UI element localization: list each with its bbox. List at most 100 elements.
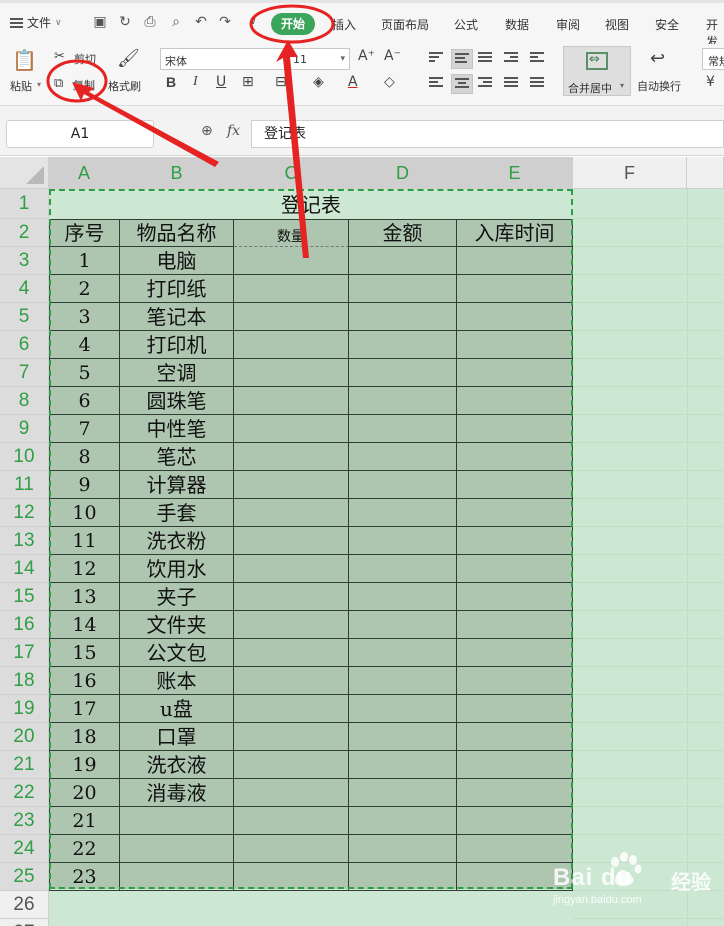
name-box[interactable]: A1 [6,120,154,148]
amount-cell[interactable] [349,443,457,471]
serial-number-cell[interactable]: 1 [49,247,120,275]
quantity-cell[interactable] [234,751,349,779]
tab-review[interactable]: 审阅 [556,16,580,33]
column-header-b[interactable]: B [120,157,234,189]
serial-number-cell[interactable]: 9 [49,471,120,499]
serial-number-cell[interactable]: 23 [49,863,120,891]
copy-icon[interactable]: ⧉ [54,76,63,91]
item-name-cell[interactable]: 圆珠笔 [120,387,234,415]
amount-cell[interactable] [349,303,457,331]
table-header-cell[interactable]: 物品名称 [120,219,234,247]
stock-in-time-cell[interactable] [457,611,573,639]
justify-icon[interactable] [504,77,518,89]
tab-insert[interactable]: 插入 [332,16,356,33]
row-header-12[interactable]: 12 [0,499,49,527]
item-name-cell[interactable] [120,835,234,863]
save-icon[interactable]: ▣ [92,14,108,30]
stock-in-time-cell[interactable] [457,415,573,443]
tab-security[interactable]: 安全 [655,16,679,33]
row-header-20[interactable]: 20 [0,723,49,751]
column-header-c[interactable]: C [234,157,349,189]
amount-cell[interactable] [349,555,457,583]
item-name-cell[interactable]: 笔芯 [120,443,234,471]
row-header-8[interactable]: 8 [0,387,49,415]
tab-data[interactable]: 数据 [505,16,529,33]
stock-in-time-cell[interactable] [457,387,573,415]
fx-icon[interactable]: fx [227,123,240,139]
file-menu[interactable]: 文件 ∨ [10,14,62,31]
quantity-cell[interactable] [234,835,349,863]
stock-in-time-cell[interactable] [457,275,573,303]
formula-input[interactable]: 登记表 [251,120,724,148]
item-name-cell[interactable] [120,807,234,835]
increase-indent-icon[interactable] [530,52,544,64]
fill-pattern-icon[interactable]: ⊟ [275,74,287,90]
column-header-f[interactable]: F [573,157,687,189]
amount-cell[interactable] [349,527,457,555]
item-name-cell[interactable]: 公文包 [120,639,234,667]
serial-number-cell[interactable]: 18 [49,723,120,751]
quantity-cell[interactable] [234,359,349,387]
quantity-cell[interactable] [234,639,349,667]
table-header-cell[interactable]: 数量 [234,219,349,247]
quantity-cell[interactable] [234,667,349,695]
amount-cell[interactable] [349,247,457,275]
quantity-cell[interactable] [234,695,349,723]
serial-number-cell[interactable]: 12 [49,555,120,583]
stock-in-time-cell[interactable] [457,471,573,499]
align-middle-icon[interactable] [451,49,473,69]
serial-number-cell[interactable]: 4 [49,331,120,359]
copy-button[interactable]: 复制 [73,77,95,93]
align-center-icon[interactable] [451,74,473,94]
quantity-cell[interactable] [234,863,349,891]
row-header-11[interactable]: 11 [0,471,49,499]
format-painter-icon[interactable]: 🖌 [117,48,140,69]
item-name-cell[interactable]: 消毒液 [120,779,234,807]
row-header-10[interactable]: 10 [0,443,49,471]
quantity-cell[interactable] [234,611,349,639]
quantity-cell[interactable] [234,331,349,359]
serial-number-cell[interactable]: 14 [49,611,120,639]
table-header-cell[interactable]: 入库时间 [457,219,573,247]
font-grow-icon[interactable]: A⁺ [358,48,375,64]
serial-number-cell[interactable]: 3 [49,303,120,331]
quantity-cell[interactable] [234,247,349,275]
stock-in-time-cell[interactable] [457,779,573,807]
amount-cell[interactable] [349,611,457,639]
amount-cell[interactable] [349,415,457,443]
row-header-22[interactable]: 22 [0,779,49,807]
amount-cell[interactable] [349,359,457,387]
currency-icon[interactable]: ¥ [706,74,715,90]
row-header-23[interactable]: 23 [0,807,49,835]
amount-cell[interactable] [349,387,457,415]
serial-number-cell[interactable]: 2 [49,275,120,303]
more-icon[interactable]: ∨ [245,14,261,30]
redo-icon[interactable]: ↷ [217,14,233,30]
underline-icon[interactable]: U [216,74,226,90]
stock-in-time-cell[interactable] [457,331,573,359]
bold-icon[interactable]: B [166,74,176,90]
serial-number-cell[interactable]: 7 [49,415,120,443]
serial-number-cell[interactable]: 17 [49,695,120,723]
stock-in-time-cell[interactable] [457,555,573,583]
amount-cell[interactable] [349,835,457,863]
quantity-cell[interactable] [234,779,349,807]
eraser-icon[interactable]: ◇ [384,74,395,90]
align-bottom-icon[interactable] [478,52,492,64]
quantity-cell[interactable] [234,499,349,527]
decrease-indent-icon[interactable] [504,52,518,64]
row-header-17[interactable]: 17 [0,639,49,667]
align-top-icon[interactable] [429,52,443,64]
column-header-a[interactable]: A [49,157,120,189]
stock-in-time-cell[interactable] [457,807,573,835]
amount-cell[interactable] [349,499,457,527]
tab-page-layout[interactable]: 页面布局 [381,16,429,33]
amount-cell[interactable] [349,639,457,667]
item-name-cell[interactable]: 口罩 [120,723,234,751]
item-name-cell[interactable]: 账本 [120,667,234,695]
row-header-25[interactable]: 25 [0,863,49,891]
wrap-text-button[interactable]: 自动换行 [637,78,681,94]
quantity-cell[interactable] [234,303,349,331]
item-name-cell[interactable]: 中性笔 [120,415,234,443]
serial-number-cell[interactable]: 6 [49,387,120,415]
